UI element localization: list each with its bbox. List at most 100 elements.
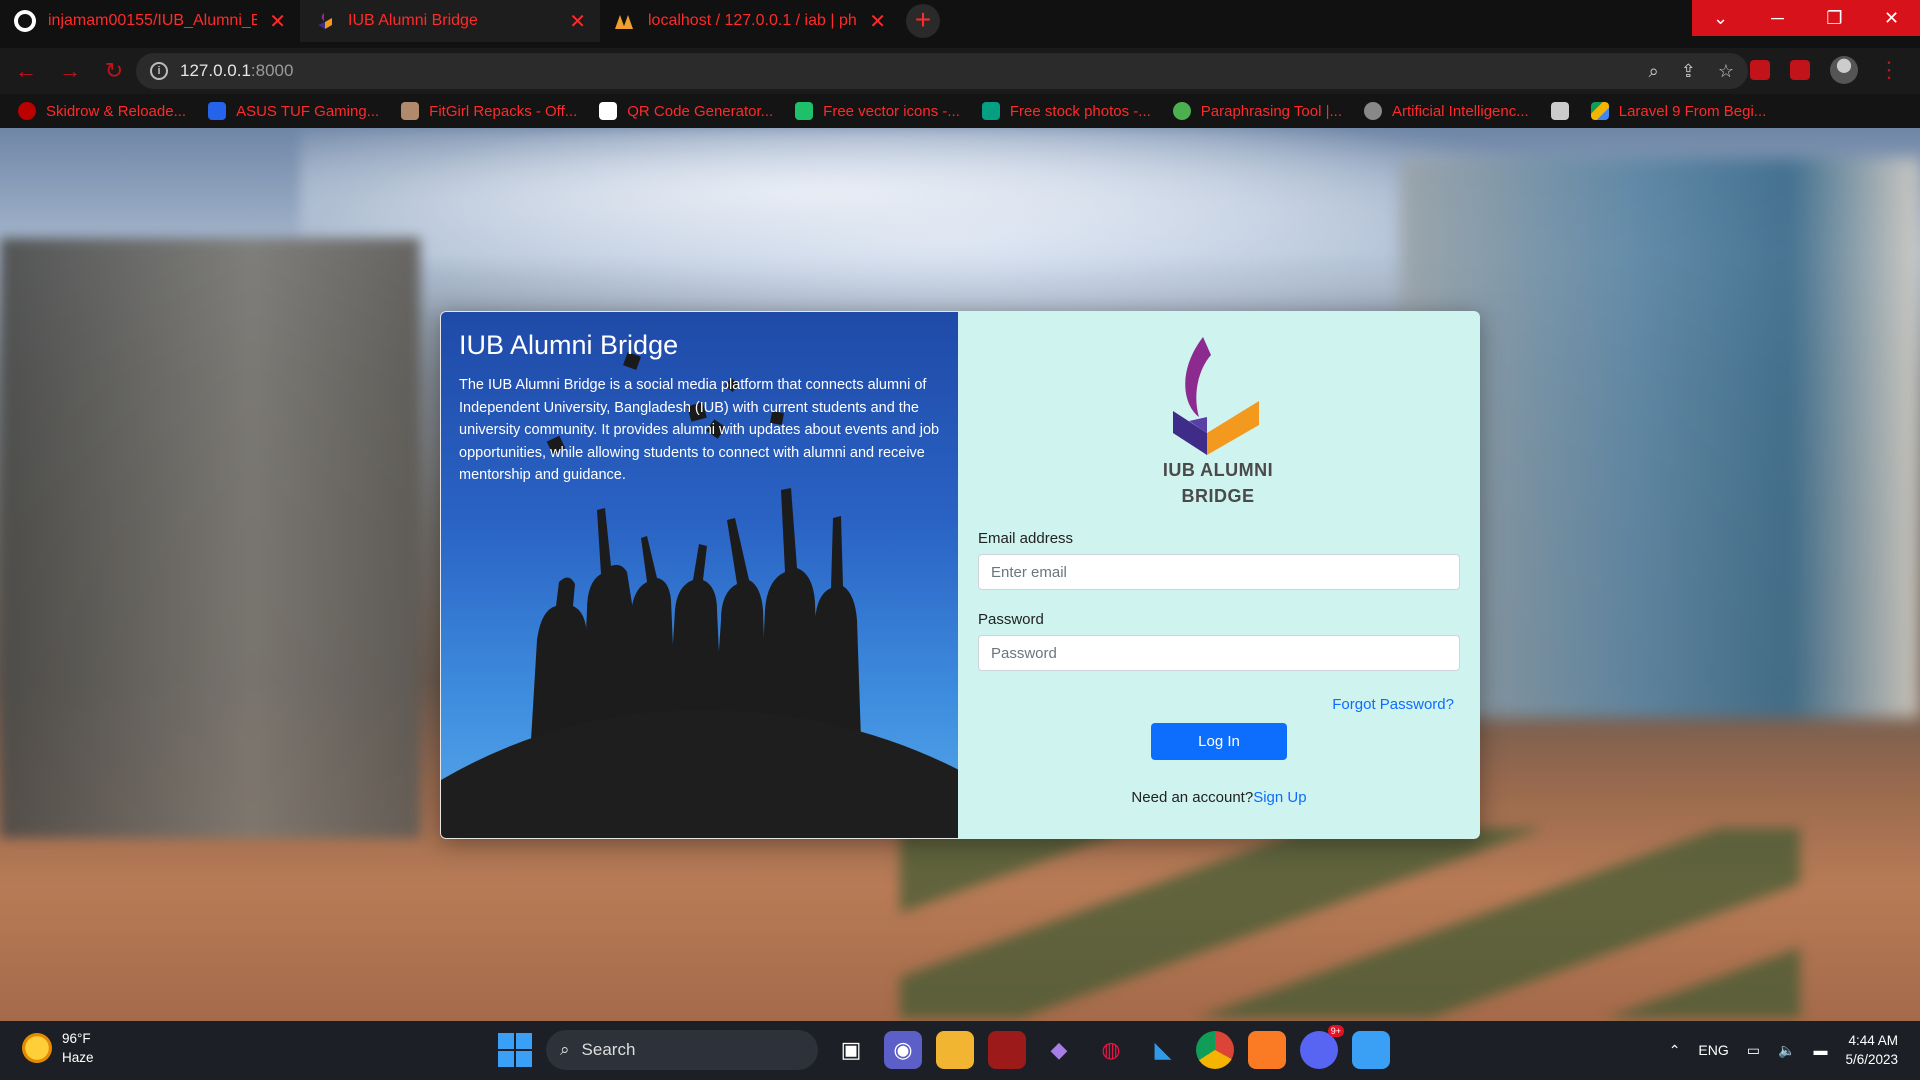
page-viewport: IUB Alumni Bridge The IUB Alumni Bridge … <box>0 128 1920 1021</box>
bookmark-item[interactable]: Free vector icons -... <box>795 102 960 120</box>
hero-title: IUB Alumni Bridge <box>459 330 679 360</box>
url-host: 127.0.0.1 <box>180 61 251 80</box>
tab-strip: injamam00155/IUB_Alumni_Bridge ✕ IUB Alu… <box>0 0 1920 48</box>
windows-start-icon[interactable] <box>498 1033 532 1067</box>
logo-line-1: IUB ALUMNI <box>1162 460 1274 480</box>
email-field[interactable] <box>978 554 1460 590</box>
photos-icon[interactable] <box>1352 1031 1390 1069</box>
close-window-button[interactable]: ✕ <box>1863 0 1920 36</box>
weather-text: 96°F Haze <box>62 1029 94 1067</box>
forgot-password-link[interactable]: Forgot Password? <box>1332 696 1454 713</box>
task-view-icon[interactable]: ▣ <box>832 1031 870 1069</box>
chevron-up-icon[interactable]: ⌃ <box>1669 1042 1681 1059</box>
network-icon[interactable]: ▭ <box>1747 1042 1760 1059</box>
battery-icon[interactable]: ▬ <box>1813 1042 1827 1058</box>
clock[interactable]: 4:44 AM 5/6/2023 <box>1845 1031 1898 1069</box>
teams-chat-icon[interactable]: ◉ <box>884 1031 922 1069</box>
hero-description: The IUB Alumni Bridge is a social media … <box>459 377 940 483</box>
minimize-button[interactable]: ─ <box>1749 0 1806 36</box>
close-icon[interactable]: ✕ <box>869 9 886 34</box>
forward-icon[interactable]: → <box>52 58 88 84</box>
tab-github[interactable]: injamam00155/IUB_Alumni_Bridge ✕ <box>0 0 300 42</box>
window-controls: ⌄ ─ ❐ ✕ <box>1692 0 1920 36</box>
bookmark-label: Paraphrasing Tool |... <box>1200 102 1342 120</box>
qr-code-icon <box>599 102 618 120</box>
bookmark-label: Free stock photos -... <box>1009 102 1151 120</box>
omnibox-actions: ⌕ ⇪ ☆ <box>1649 61 1734 82</box>
pexels-icon <box>981 102 1000 120</box>
reload-icon[interactable]: ↻ <box>96 58 132 84</box>
bookmark-item[interactable]: Artificial Intelligenc... <box>1364 102 1529 120</box>
browser-menu-icon[interactable]: ⋮ <box>1878 57 1900 83</box>
weather-condition: Haze <box>62 1050 94 1065</box>
file-explorer-icon[interactable] <box>936 1031 974 1069</box>
zoom-icon[interactable]: ⌕ <box>1649 61 1659 82</box>
phpmyadmin-icon <box>614 10 636 32</box>
address-bar-row: ← → ↻ i 127.0.0.1:8000 ⌕ ⇪ ☆ ⋮ <box>0 48 1920 94</box>
bookmark-item[interactable]: Free stock photos -... <box>981 102 1151 120</box>
tab-title: IUB Alumni Bridge <box>348 12 478 29</box>
tab-iub-alumni-bridge[interactable]: IUB Alumni Bridge ✕ <box>300 0 600 42</box>
globe-icon <box>1364 102 1382 120</box>
signup-link[interactable]: Sign Up <box>1253 789 1306 806</box>
visual-studio-icon[interactable]: ◆ <box>1040 1031 1078 1069</box>
contact-card-icon <box>1550 102 1569 120</box>
extension-icon[interactable] <box>1790 60 1810 80</box>
back-icon[interactable]: ← <box>8 58 44 84</box>
bookmark-label: QR Code Generator... <box>627 102 774 120</box>
bookmark-star-icon[interactable]: ☆ <box>1718 61 1734 82</box>
davinci-icon[interactable]: ◍ <box>1092 1031 1130 1069</box>
google-drive-icon <box>1590 102 1609 120</box>
extension-icon[interactable] <box>1750 60 1770 80</box>
bookmark-item[interactable]: FitGirl Repacks - Off... <box>401 102 577 120</box>
language-indicator[interactable]: ENG <box>1698 1042 1728 1058</box>
discord-badge: 9+ <box>1327 1025 1344 1037</box>
xampp-icon[interactable] <box>1248 1031 1286 1069</box>
app-icon[interactable] <box>988 1031 1026 1069</box>
vscode-icon[interactable]: ◣ <box>1144 1031 1182 1069</box>
share-icon[interactable]: ⇪ <box>1681 61 1696 82</box>
email-label: Email address <box>978 530 1074 547</box>
bookmark-label: ASUS TUF Gaming... <box>236 102 380 120</box>
bookmark-item[interactable] <box>1550 102 1569 120</box>
tab-search-chevron-icon[interactable]: ⌄ <box>1692 0 1749 36</box>
clock-time: 4:44 AM <box>1848 1033 1898 1048</box>
url-field[interactable]: i 127.0.0.1:8000 ⌕ ⇪ ☆ <box>136 53 1748 89</box>
logo-line-2: BRIDGE <box>1181 486 1255 506</box>
url-text: 127.0.0.1:8000 <box>180 61 293 81</box>
quillbot-icon <box>1172 102 1191 120</box>
weather-temperature: 96°F <box>62 1031 91 1046</box>
site-info-icon[interactable]: i <box>150 62 168 80</box>
taskbar-search[interactable]: ⌕ Search <box>546 1030 818 1070</box>
restore-button[interactable]: ❐ <box>1806 0 1863 36</box>
tab-title: localhost / 127.0.0.1 / iab | phpMyAdmin <box>648 12 857 29</box>
new-tab-button[interactable]: + <box>906 4 940 38</box>
bookmarks-bar: Skidrow & Reloade... ASUS TUF Gaming... … <box>0 94 1920 128</box>
bookmark-item[interactable]: ASUS TUF Gaming... <box>208 102 379 120</box>
bookmark-item[interactable]: QR Code Generator... <box>599 102 773 120</box>
background-courtyard <box>900 828 1800 1018</box>
profile-avatar[interactable] <box>1830 56 1858 84</box>
bookmark-item[interactable]: Laravel 9 From Begi... <box>1590 102 1767 120</box>
close-icon[interactable]: ✕ <box>269 9 286 34</box>
skull-icon <box>18 102 36 120</box>
tab-phpmyadmin[interactable]: localhost / 127.0.0.1 / iab | phpMyAdmin… <box>600 0 900 42</box>
url-port: :8000 <box>250 61 294 80</box>
bookmark-item[interactable]: Skidrow & Reloade... <box>18 102 186 120</box>
background-building-left <box>0 238 420 838</box>
close-icon[interactable]: ✕ <box>569 9 586 34</box>
weather-widget[interactable]: 96°F Haze <box>22 1029 94 1067</box>
bookmark-label: Laravel 9 From Begi... <box>1618 102 1767 120</box>
chrome-icon[interactable] <box>1196 1031 1234 1069</box>
bookmark-item[interactable]: Paraphrasing Tool |... <box>1172 102 1342 120</box>
sun-haze-icon <box>22 1033 52 1063</box>
site-favicon-icon <box>314 10 336 32</box>
volume-icon[interactable]: 🔈 <box>1778 1042 1795 1059</box>
login-button[interactable]: Log In <box>1151 723 1287 760</box>
login-card: IUB Alumni Bridge The IUB Alumni Bridge … <box>440 311 1480 839</box>
search-icon: ⌕ <box>560 1040 570 1059</box>
bookmark-label: FitGirl Repacks - Off... <box>429 102 578 120</box>
asus-tuf-icon <box>208 102 227 120</box>
discord-icon[interactable]: 9+ <box>1300 1025 1344 1069</box>
password-field[interactable] <box>978 635 1460 671</box>
